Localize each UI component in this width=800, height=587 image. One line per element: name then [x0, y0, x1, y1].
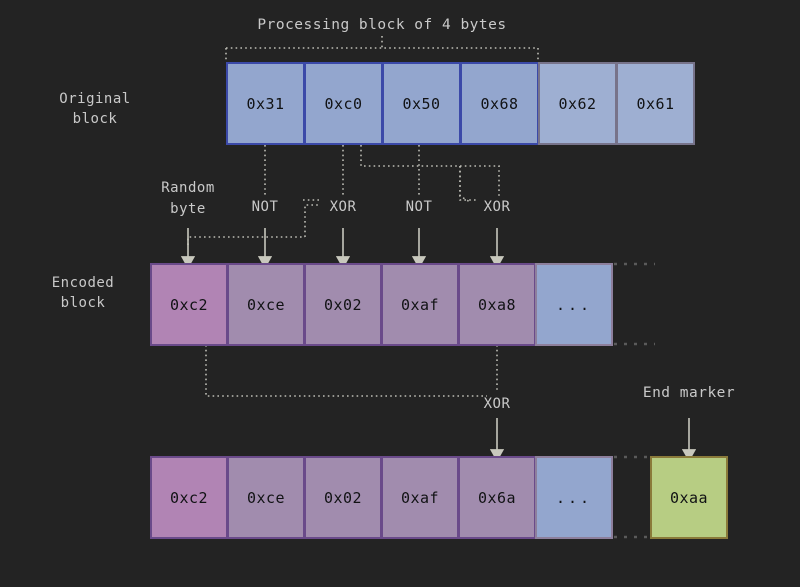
final-cell-2[interactable]: 0x02	[304, 456, 382, 539]
random-byte-label-line2: byte	[170, 201, 206, 217]
encoded-block-label-line2: block	[60, 295, 106, 311]
encoded-cell-ellipsis[interactable]: ...	[535, 263, 613, 346]
final-cell-1[interactable]: 0xce	[227, 456, 305, 539]
encoded-cell-1[interactable]: 0xce	[227, 263, 305, 346]
original-cell-3[interactable]: 0x68	[460, 62, 539, 145]
original-cell-2[interactable]: 0x50	[382, 62, 461, 145]
original-block-label-line2: block	[72, 111, 118, 127]
final-cell-ellipsis[interactable]: ...	[535, 456, 613, 539]
original-cell-0[interactable]: 0x31	[226, 62, 305, 145]
original-cell-5[interactable]: 0x61	[616, 62, 695, 145]
random-byte-label: Random byte	[148, 178, 228, 220]
op-label-xor-3: XOR	[483, 396, 511, 412]
end-marker-caption: End marker	[642, 385, 736, 401]
op-label-not-1: NOT	[251, 199, 279, 215]
final-cell-3[interactable]: 0xaf	[381, 456, 459, 539]
op-label-xor-2: XOR	[483, 199, 511, 215]
final-cell-0[interactable]: 0xc2	[150, 456, 228, 539]
original-cell-4[interactable]: 0x62	[538, 62, 617, 145]
encoded-cell-4[interactable]: 0xa8	[458, 263, 536, 346]
encoded-cell-0[interactable]: 0xc2	[150, 263, 228, 346]
original-cell-1[interactable]: 0xc0	[304, 62, 383, 145]
op-label-not-2: NOT	[405, 199, 433, 215]
encoded-block-label-line1: Encoded	[51, 275, 115, 291]
encoded-cell-3[interactable]: 0xaf	[381, 263, 459, 346]
op-label-xor-1: XOR	[329, 199, 357, 215]
diagram-canvas: Processing block of 4 bytes End marker O…	[0, 0, 800, 587]
processing-block-caption: Processing block of 4 bytes	[257, 17, 507, 33]
original-block-label-line1: Original	[59, 91, 131, 107]
encoded-cell-2[interactable]: 0x02	[304, 263, 382, 346]
encoded-block-label: Encoded block	[18, 273, 148, 313]
original-block-label: Original block	[30, 89, 160, 129]
random-byte-label-line1: Random	[161, 180, 215, 196]
final-cell-4[interactable]: 0x6a	[458, 456, 536, 539]
end-marker-cell[interactable]: 0xaa	[650, 456, 728, 539]
